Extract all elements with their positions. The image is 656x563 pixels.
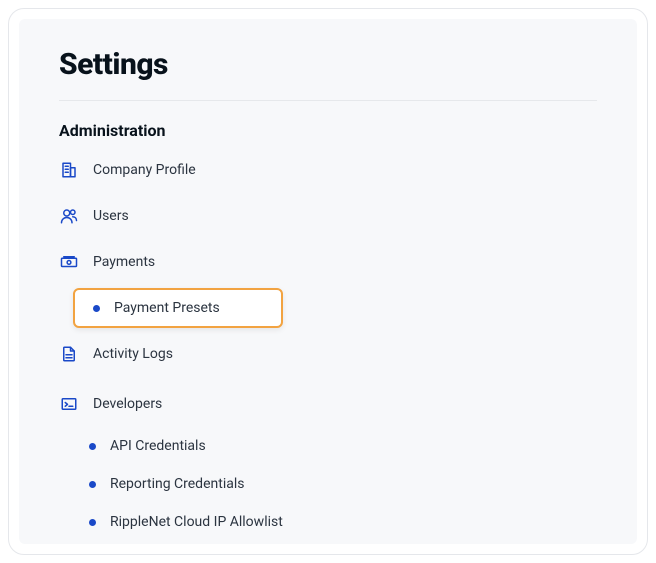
bullet-icon <box>89 481 96 488</box>
section-heading-administration: Administration <box>59 121 597 140</box>
nav-item-activity-logs[interactable]: Activity Logs <box>59 338 597 370</box>
divider <box>59 100 597 101</box>
terminal-icon <box>59 394 79 414</box>
settings-card: Settings Administration Company Profile <box>8 8 648 555</box>
file-log-icon <box>59 344 79 364</box>
sub-label: Reporting Credentials <box>110 476 244 492</box>
nav-label: Activity Logs <box>93 346 173 362</box>
settings-panel: Settings Administration Company Profile <box>19 19 637 544</box>
sub-label: RippleNet Cloud IP Allowlist <box>110 514 283 530</box>
sub-item-reporting-credentials[interactable]: Reporting Credentials <box>73 468 597 500</box>
nav-label: Developers <box>93 396 162 412</box>
sub-label: API Credentials <box>110 438 206 454</box>
users-icon <box>59 206 79 226</box>
nav-item-company-profile[interactable]: Company Profile <box>59 154 597 186</box>
sub-item-payment-presets[interactable]: Payment Presets <box>73 288 283 328</box>
building-icon <box>59 160 79 180</box>
cash-icon <box>59 252 79 272</box>
nav-item-developers[interactable]: Developers <box>59 388 597 420</box>
sub-label: Payment Presets <box>114 300 220 316</box>
nav-item-users[interactable]: Users <box>59 200 597 232</box>
nav-label: Payments <box>93 254 155 270</box>
bullet-icon <box>89 443 96 450</box>
sub-item-ip-allowlist[interactable]: RippleNet Cloud IP Allowlist <box>73 506 597 538</box>
nav-label: Users <box>93 208 129 224</box>
bullet-icon <box>89 519 96 526</box>
nav-label: Company Profile <box>93 162 196 178</box>
sub-item-api-credentials[interactable]: API Credentials <box>73 430 597 462</box>
nav-item-payments[interactable]: Payments <box>59 246 597 278</box>
page-title: Settings <box>59 47 597 82</box>
bullet-icon <box>93 305 100 312</box>
developers-sublist: API Credentials Reporting Credentials Ri… <box>73 430 597 538</box>
payments-sublist: Payment Presets <box>73 288 597 328</box>
